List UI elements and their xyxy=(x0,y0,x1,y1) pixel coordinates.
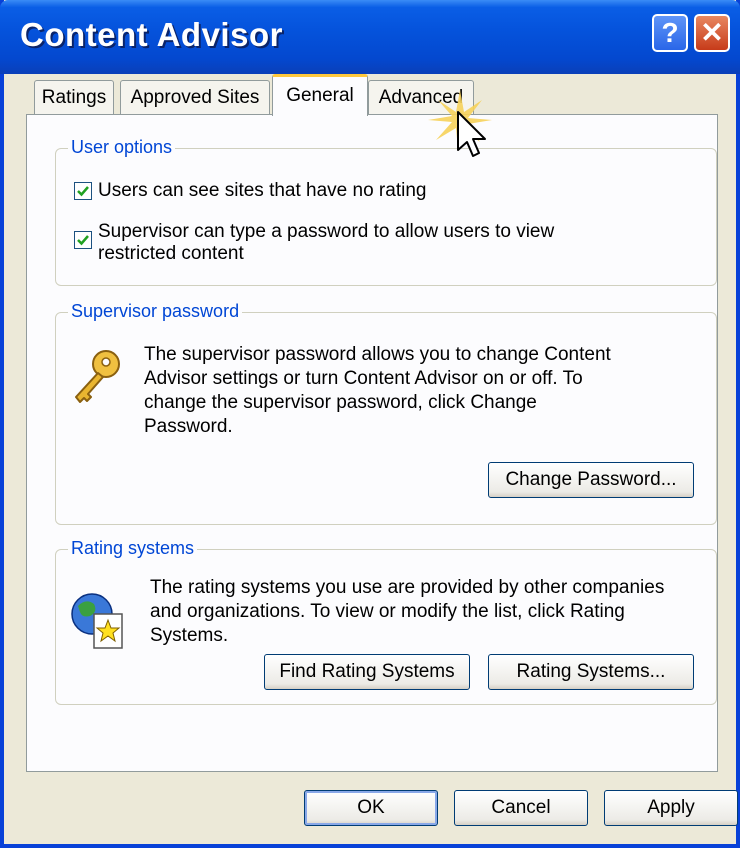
checkmark-icon xyxy=(77,186,89,197)
ok-button[interactable]: OK xyxy=(304,790,438,826)
supervisor-password-legend: Supervisor password xyxy=(68,301,243,322)
rating-systems-line-2: and organizations. To view or modify the… xyxy=(150,601,625,622)
change-password-button[interactable]: Change Password... xyxy=(488,462,694,498)
supervisor-override-checkbox[interactable] xyxy=(74,231,92,249)
rating-systems-line-1: The rating systems you use are provided … xyxy=(150,577,665,598)
rating-systems-description: The rating systems you use are provided … xyxy=(150,576,710,648)
supervisor-password-line-4: Password. xyxy=(144,416,233,437)
apply-button[interactable]: Apply xyxy=(604,790,738,826)
allow-unrated-sites-option[interactable]: Users can see sites that have no rating xyxy=(74,180,426,202)
help-button[interactable]: ? xyxy=(652,14,688,52)
allow-unrated-sites-label: Users can see sites that have no rating xyxy=(98,180,427,201)
find-rating-systems-button[interactable]: Find Rating Systems xyxy=(264,654,470,690)
globe-rating-document-icon xyxy=(71,593,123,649)
rating-systems-legend: Rating systems xyxy=(68,538,198,559)
supervisor-password-line-3: change the supervisor password, click Ch… xyxy=(144,392,537,413)
user-options-group: User options Users can see sites that ha… xyxy=(55,137,717,286)
rating-systems-group: Rating systems The rating systems you us… xyxy=(55,538,717,705)
allow-unrated-sites-checkbox[interactable] xyxy=(74,182,92,200)
supervisor-password-line-2: Advisor settings or turn Content Advisor… xyxy=(144,368,583,389)
supervisor-override-label-line1: Supervisor can type a password to allow … xyxy=(98,221,555,242)
tab-ratings[interactable]: Ratings xyxy=(34,80,114,114)
tab-approved-sites[interactable]: Approved Sites xyxy=(120,80,270,114)
window-title: Content Advisor xyxy=(20,16,283,53)
mouse-pointer-icon xyxy=(428,90,492,157)
rating-systems-button[interactable]: Rating Systems... xyxy=(488,654,694,690)
supervisor-password-description: The supervisor password allows you to ch… xyxy=(144,343,704,439)
content-advisor-window: Content Advisor ? ✕ Ratings Approved Sit… xyxy=(0,0,740,848)
dialog-client-area: Ratings Approved Sites General Advanced … xyxy=(4,74,738,844)
supervisor-password-line-1: The supervisor password allows you to ch… xyxy=(144,344,611,365)
tab-general[interactable]: General xyxy=(272,74,368,116)
user-options-legend: User options xyxy=(68,137,176,158)
rating-systems-line-3: Systems. xyxy=(150,625,229,646)
title-bar[interactable]: Content Advisor ? ✕ xyxy=(0,0,740,74)
supervisor-override-option[interactable]: Supervisor can type a password to allow … xyxy=(74,221,554,265)
key-icon xyxy=(75,350,120,403)
cancel-button[interactable]: Cancel xyxy=(454,790,588,826)
close-button[interactable]: ✕ xyxy=(694,14,730,52)
checkmark-icon xyxy=(77,235,89,246)
supervisor-override-label: Supervisor can type a password to allow … xyxy=(98,221,554,265)
supervisor-password-group: Supervisor password The supervisor passw… xyxy=(55,301,717,525)
supervisor-override-label-line2: restricted content xyxy=(98,243,244,264)
general-tab-panel: User options Users can see sites that ha… xyxy=(26,114,718,772)
